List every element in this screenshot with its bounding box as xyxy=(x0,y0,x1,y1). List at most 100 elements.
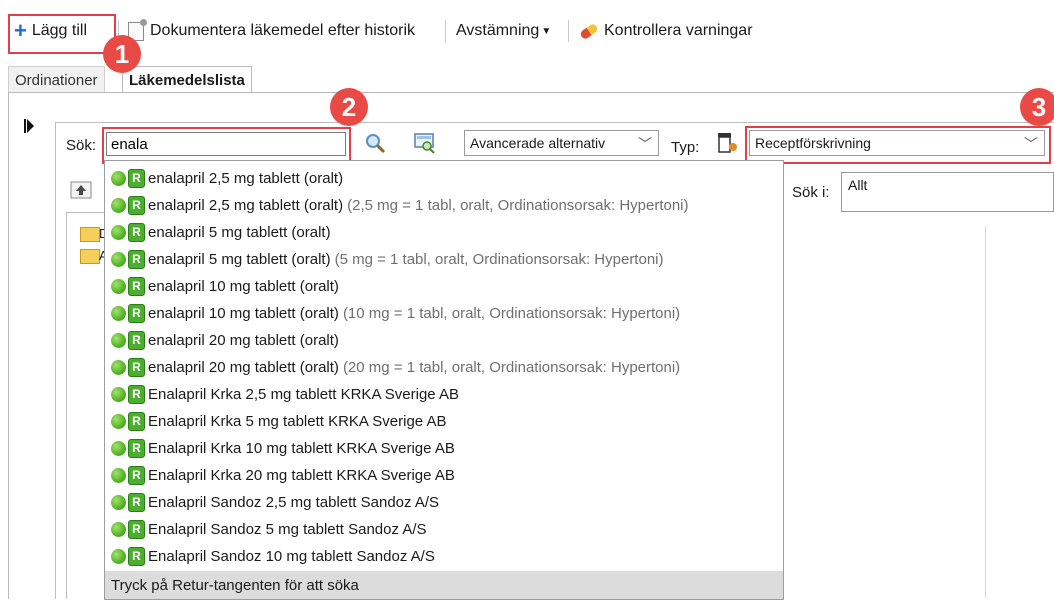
result-name: Enalapril Sandoz 5 mg tablett Sandoz A/S xyxy=(148,520,427,538)
recept-badge-icon: R xyxy=(128,330,145,350)
divider xyxy=(985,226,986,598)
recept-badge-icon: R xyxy=(128,546,145,566)
document-history-label: Dokumentera läkemedel efter historik xyxy=(150,22,416,39)
result-name: enalapril 2,5 mg tablett (oralt) xyxy=(148,196,344,214)
result-item[interactable]: R Enalapril Sandoz 5 mg tablett Sandoz A/… xyxy=(111,516,427,542)
reconcile-dropdown-button[interactable]: Avstämning ▼ xyxy=(456,18,551,44)
green-dot-icon xyxy=(111,413,126,429)
folder-icon xyxy=(80,227,100,242)
result-detail: (10 mg = 1 tabl, oralt, Ordinationsorsak… xyxy=(342,304,681,322)
green-dot-icon xyxy=(111,224,126,240)
result-item[interactable]: R Enalapril Sandoz 2,5 mg tablett Sandoz … xyxy=(111,489,439,515)
reconcile-label: Avstämning xyxy=(456,22,540,39)
green-dot-icon xyxy=(111,467,126,483)
toolbar: + Lägg till Dokumentera läkemedel efter … xyxy=(0,0,1054,60)
tab-ordinationer[interactable]: Ordinationer xyxy=(8,66,105,93)
result-item[interactable]: Renalapril 20 mg tablett (oralt) xyxy=(111,327,339,353)
tab-lakemedelslista[interactable]: Läkemedelslista xyxy=(122,66,252,93)
check-warnings-button[interactable]: Kontrollera varningar xyxy=(579,18,753,44)
green-dot-icon xyxy=(111,170,126,186)
result-name: enalapril 5 mg tablett (oralt) xyxy=(148,223,331,241)
result-item[interactable]: Renalapril 10 mg tablett (oralt) xyxy=(111,273,339,299)
search-label: Sök: xyxy=(66,137,97,154)
green-dot-icon xyxy=(111,548,126,564)
search-options-icon[interactable] xyxy=(414,132,436,154)
recept-badge-icon: R xyxy=(128,168,145,188)
green-dot-icon xyxy=(111,521,126,537)
collapse-icon[interactable] xyxy=(24,118,34,134)
result-item[interactable]: R Enalapril Krka 2,5 mg tablett KRKA Sver… xyxy=(111,381,459,407)
check-warnings-label: Kontrollera varningar xyxy=(604,22,753,39)
prescription-icon xyxy=(718,133,737,153)
result-name: Enalapril Krka 10 mg tablett KRKA Sverig… xyxy=(148,439,455,457)
recept-badge-icon: R xyxy=(128,492,145,512)
result-name: Enalapril Sandoz 2,5 mg tablett Sandoz A… xyxy=(148,493,440,511)
recept-badge-icon: R xyxy=(128,384,145,404)
marker-2: 2 xyxy=(330,88,368,126)
green-dot-icon xyxy=(111,386,126,402)
result-item[interactable]: R Enalapril Sandoz 10 mg tablett Sandoz A… xyxy=(111,543,435,569)
result-name: enalapril 2,5 mg tablett (oralt) xyxy=(148,169,344,187)
tree-pane xyxy=(66,212,107,599)
result-name: Enalapril Sandoz 10 mg tablett Sandoz A/… xyxy=(148,547,435,565)
recept-badge-icon: R xyxy=(128,411,145,431)
toolbar-separator xyxy=(568,20,569,42)
result-item[interactable]: Renalapril 2,5 mg tablett (oralt) xyxy=(111,165,343,191)
result-name: enalapril 5 mg tablett (oralt) xyxy=(148,250,331,268)
result-name: enalapril 10 mg tablett (oralt) xyxy=(148,304,339,322)
green-dot-icon xyxy=(111,440,126,456)
search-icon[interactable] xyxy=(364,132,386,154)
advanced-options-select[interactable]: Avancerade alternativ ﹀ xyxy=(464,130,659,156)
enter-hint: Tryck på Retur-tangenten för att söka xyxy=(105,571,783,599)
recept-badge-icon: R xyxy=(128,438,145,458)
result-item[interactable]: R Enalapril Krka 10 mg tablett KRKA Sveri… xyxy=(111,435,455,461)
type-label: Typ: xyxy=(671,139,700,156)
result-name: enalapril 20 mg tablett (oralt) xyxy=(148,331,339,349)
result-item[interactable]: Renalapril 5 mg tablett (oralt) xyxy=(111,219,331,245)
highlight-box-type xyxy=(745,126,1051,164)
result-item[interactable]: R Enalapril Krka 5 mg tablett KRKA Sverig… xyxy=(111,408,446,434)
recept-badge-icon: R xyxy=(128,249,145,269)
green-dot-icon xyxy=(111,305,126,321)
result-detail: (20 mg = 1 tabl, oralt, Ordinationsorsak… xyxy=(342,358,681,376)
result-item[interactable]: Renalapril 10 mg tablett (oralt) (10 mg =… xyxy=(111,300,680,326)
green-dot-icon xyxy=(111,278,126,294)
result-item[interactable]: Renalapril 2,5 mg tablett (oralt) (2,5 mg… xyxy=(111,192,689,218)
recept-badge-icon: R xyxy=(128,276,145,296)
search-results-dropdown: Renalapril 2,5 mg tablett (oralt) Renalap… xyxy=(104,160,784,600)
result-detail: (5 mg = 1 tabl, oralt, Ordinationsorsak:… xyxy=(334,250,664,268)
recept-badge-icon: R xyxy=(128,465,145,485)
green-dot-icon xyxy=(111,251,126,267)
search-in-select[interactable]: Allt xyxy=(841,172,1054,212)
marker-3: 3 xyxy=(1020,88,1054,126)
recept-badge-icon: R xyxy=(128,303,145,323)
result-detail: (2,5 mg = 1 tabl, oralt, Ordinationsorsa… xyxy=(347,196,689,214)
result-name: Enalapril Krka 2,5 mg tablett KRKA Sveri… xyxy=(148,385,459,403)
result-name: enalapril 20 mg tablett (oralt) xyxy=(148,358,339,376)
marker-1: 1 xyxy=(103,35,141,73)
green-dot-icon xyxy=(111,494,126,510)
green-dot-icon xyxy=(111,332,126,348)
tab-lakemedelslista-label: Läkemedelslista xyxy=(129,71,245,89)
recept-badge-icon: R xyxy=(128,222,145,242)
caret-icon: ▼ xyxy=(541,25,552,37)
result-name: Enalapril Krka 5 mg tablett KRKA Sverige… xyxy=(148,412,447,430)
result-item[interactable]: Renalapril 5 mg tablett (oralt) (5 mg = 1… xyxy=(111,246,664,272)
search-in-label: Sök i: xyxy=(792,184,830,201)
green-dot-icon xyxy=(111,197,126,213)
recept-badge-icon: R xyxy=(128,519,145,539)
result-item[interactable]: R Enalapril Krka 20 mg tablett KRKA Sveri… xyxy=(111,462,455,488)
folder-icon xyxy=(80,249,100,264)
result-item[interactable]: Renalapril 20 mg tablett (oralt) (20 mg =… xyxy=(111,354,680,380)
recept-badge-icon: R xyxy=(128,195,145,215)
result-name: enalapril 10 mg tablett (oralt) xyxy=(148,277,339,295)
tab-ordinationer-label: Ordinationer xyxy=(15,71,98,89)
advanced-options-value: Avancerade alternativ xyxy=(470,135,606,151)
right-pane xyxy=(782,170,1054,598)
document-history-button[interactable]: Dokumentera läkemedel efter historik xyxy=(128,18,415,44)
pill-icon xyxy=(579,22,599,40)
chevron-down-icon: ﹀ xyxy=(638,136,652,152)
toolbar-separator xyxy=(445,20,446,42)
folder-up-icon[interactable] xyxy=(70,180,92,200)
search-in-value: Allt xyxy=(848,177,868,193)
